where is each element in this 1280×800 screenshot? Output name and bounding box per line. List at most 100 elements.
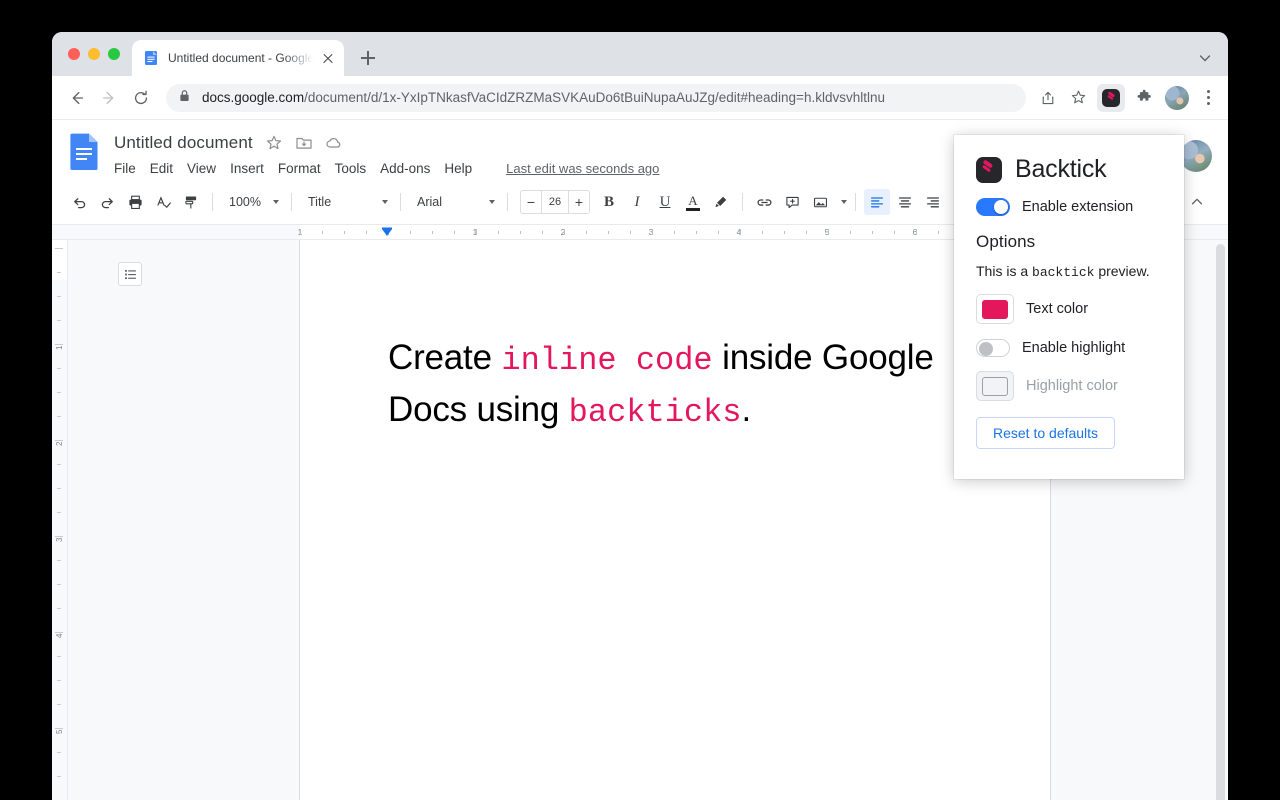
paragraph-style-value: Title (308, 195, 332, 209)
move-to-folder-icon[interactable] (295, 134, 313, 152)
reset-to-defaults-button[interactable]: Reset to defaults (976, 417, 1116, 449)
zoom-select[interactable]: 100% (221, 189, 283, 215)
paint-format-icon[interactable] (178, 189, 204, 215)
menu-add-ons[interactable]: Add-ons (380, 161, 430, 176)
font-size-stepper[interactable]: − 26 + (520, 190, 590, 214)
chevron-down-icon[interactable] (1196, 49, 1214, 67)
redo-icon[interactable] (94, 189, 120, 215)
ruler-tick (828, 229, 829, 235)
highlight-color-fill (982, 376, 1008, 396)
maximize-window-button[interactable] (108, 48, 120, 60)
undo-icon[interactable] (66, 189, 92, 215)
close-tab-button[interactable] (320, 50, 336, 66)
google-docs-logo[interactable] (70, 132, 106, 172)
url-host: docs.google.com (202, 90, 305, 105)
underline-button[interactable]: U (652, 189, 678, 215)
show-document-outline-button[interactable] (118, 262, 142, 286)
extension-popup: Backtick Enable extension Options This i… (954, 135, 1184, 479)
vertical-ruler-tick (57, 464, 61, 465)
last-edit-status[interactable]: Last edit was seconds ago (506, 161, 659, 176)
enable-extension-row[interactable]: Enable extension (976, 198, 1166, 216)
backtick-logo-glyph (1102, 88, 1120, 107)
decrease-font-size-button[interactable]: − (521, 191, 541, 213)
indent-marker[interactable] (381, 226, 393, 238)
toolbar-divider (855, 193, 856, 211)
menu-tools[interactable]: Tools (335, 161, 367, 176)
vertical-ruler-number: 5 (55, 729, 64, 734)
star-icon[interactable] (1064, 84, 1092, 112)
text-color-row[interactable]: Text color (976, 294, 1166, 324)
ruler-tick (608, 231, 609, 234)
document-title[interactable]: Untitled document (114, 133, 253, 153)
print-icon[interactable] (122, 189, 148, 215)
increase-font-size-button[interactable]: + (569, 191, 589, 213)
vertical-ruler-number: 4 (55, 633, 64, 638)
close-window-button[interactable] (68, 48, 80, 60)
kebab-menu-icon[interactable] (1196, 84, 1220, 112)
collapse-chevron-icon[interactable] (1184, 189, 1210, 215)
text-color-button[interactable]: A (680, 189, 706, 215)
share-icon[interactable] (1034, 84, 1062, 112)
vertical-ruler[interactable]: 1 2 3 4 5 (52, 240, 68, 800)
enable-extension-toggle[interactable] (976, 198, 1010, 216)
menu-help[interactable]: Help (444, 161, 472, 176)
avatar[interactable] (1180, 140, 1212, 172)
align-left-button[interactable] (864, 189, 890, 215)
document-text[interactable]: Create inline code inside Google Docs us… (388, 332, 968, 437)
new-tab-button[interactable] (354, 44, 382, 72)
highlight-color-swatch (976, 371, 1014, 401)
browser-window: Untitled document - Google Docs (52, 32, 1228, 800)
puzzle-icon[interactable] (1130, 84, 1158, 112)
toggle-knob (994, 200, 1008, 214)
image-options-chevron-icon[interactable] (841, 200, 847, 204)
comment-icon[interactable] (779, 189, 805, 215)
url-path: /document/d/1x-YxIpTNkasfVaCIdZRZMaSVKAu… (304, 90, 885, 105)
minimize-window-button[interactable] (88, 48, 100, 60)
window-traffic-lights (52, 32, 132, 76)
toolbar-divider (400, 193, 401, 211)
vertical-ruler-tick (57, 656, 61, 657)
menu-view[interactable]: View (187, 161, 216, 176)
menu-edit[interactable]: Edit (150, 161, 173, 176)
vertical-scrollbar[interactable] (1216, 244, 1225, 800)
backtick-extension-icon[interactable] (1097, 83, 1125, 112)
image-icon[interactable] (807, 189, 833, 215)
enable-highlight-toggle[interactable] (976, 339, 1010, 357)
document-page[interactable]: Create inline code inside Google Docs us… (300, 240, 1050, 800)
chevron-down-icon (382, 200, 388, 204)
menu-insert[interactable]: Insert (230, 161, 264, 176)
reload-button[interactable] (126, 83, 156, 113)
star-icon[interactable] (265, 134, 283, 152)
text-color-letter: A (688, 192, 698, 208)
popup-title: Backtick (1015, 155, 1107, 183)
chevron-down-icon (273, 200, 279, 204)
align-center-button[interactable] (892, 189, 918, 215)
menu-format[interactable]: Format (278, 161, 321, 176)
document-code-span: inline code (501, 342, 713, 379)
menu-file[interactable]: File (114, 161, 136, 176)
highlight-icon[interactable] (708, 189, 734, 215)
font-size-value[interactable]: 26 (541, 191, 569, 213)
ruler-tick (696, 231, 697, 234)
enable-highlight-row[interactable]: Enable highlight (976, 339, 1166, 357)
text-color-label: Text color (1026, 301, 1089, 317)
bold-button[interactable]: B (596, 189, 622, 215)
italic-button[interactable]: I (624, 189, 650, 215)
browser-tab[interactable]: Untitled document - Google Docs (132, 40, 344, 76)
cloud-status-icon[interactable] (325, 134, 343, 152)
vertical-ruler-tick (57, 752, 61, 753)
ruler-tick (740, 229, 741, 235)
address-bar[interactable]: docs.google.com/document/d/1x-YxIpTNkasf… (166, 83, 1026, 112)
forward-button[interactable] (94, 83, 124, 113)
ruler-tick (322, 231, 323, 234)
profile-avatar[interactable] (1165, 85, 1189, 110)
link-icon[interactable] (751, 189, 777, 215)
vertical-ruler-tick (57, 416, 61, 417)
font-family-select[interactable]: Arial (409, 189, 499, 215)
spellcheck-icon[interactable] (150, 189, 176, 215)
paragraph-style-select[interactable]: Title (300, 189, 392, 215)
ruler-tick (916, 229, 917, 235)
back-button[interactable] (62, 83, 92, 113)
align-right-button[interactable] (920, 189, 946, 215)
text-color-swatch[interactable] (976, 294, 1014, 324)
